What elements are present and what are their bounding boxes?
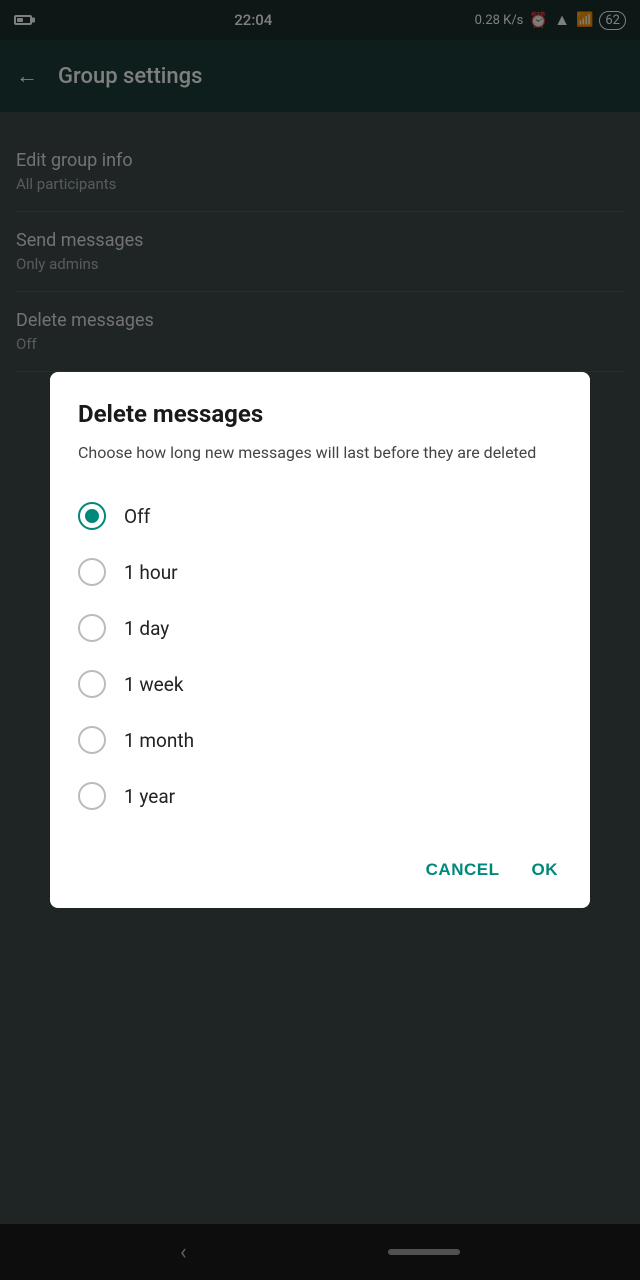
radio-label-1week: 1 week — [124, 673, 183, 696]
radio-option-off[interactable]: Off — [78, 488, 562, 544]
dialog-title: Delete messages — [78, 400, 562, 428]
radio-circle-off — [78, 502, 106, 530]
cancel-button[interactable]: CANCEL — [422, 852, 504, 888]
radio-label-off: Off — [124, 505, 150, 528]
dialog-subtitle: Choose how long new messages will last b… — [78, 442, 562, 464]
radio-option-1hour[interactable]: 1 hour — [78, 544, 562, 600]
radio-option-1year[interactable]: 1 year — [78, 768, 562, 824]
radio-circle-1year — [78, 782, 106, 810]
radio-label-1day: 1 day — [124, 617, 169, 640]
dialog-overlay: Delete messages Choose how long new mess… — [0, 0, 640, 1280]
dialog-buttons: CANCEL OK — [78, 844, 562, 888]
ok-button[interactable]: OK — [528, 852, 563, 888]
radio-circle-1day — [78, 614, 106, 642]
radio-circle-1month — [78, 726, 106, 754]
radio-label-1year: 1 year — [124, 785, 175, 808]
radio-label-1month: 1 month — [124, 729, 194, 752]
radio-option-1month[interactable]: 1 month — [78, 712, 562, 768]
radio-circle-1week — [78, 670, 106, 698]
radio-circle-1hour — [78, 558, 106, 586]
radio-option-1day[interactable]: 1 day — [78, 600, 562, 656]
delete-messages-dialog: Delete messages Choose how long new mess… — [50, 372, 590, 908]
radio-label-1hour: 1 hour — [124, 561, 178, 584]
radio-option-1week[interactable]: 1 week — [78, 656, 562, 712]
